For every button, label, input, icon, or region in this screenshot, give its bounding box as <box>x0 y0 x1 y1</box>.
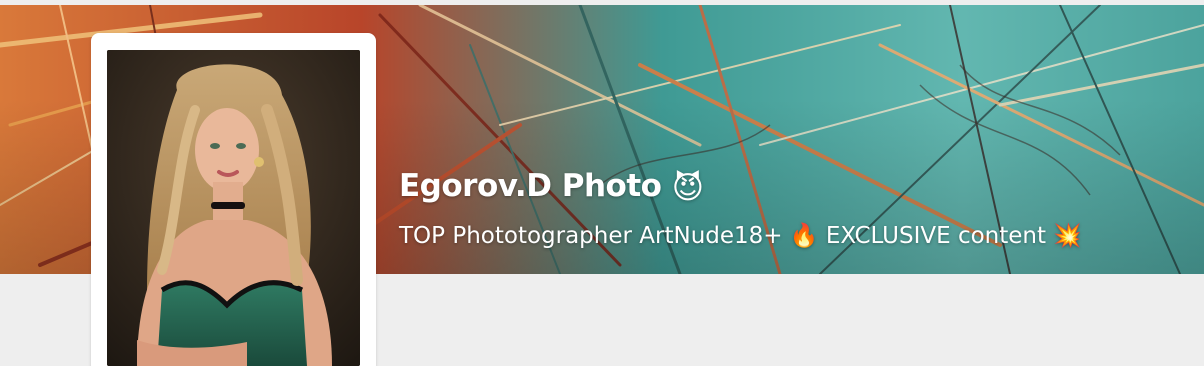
avatar-card[interactable] <box>91 33 376 366</box>
tagline-text-part2: EXCLUSIVE content <box>825 222 1047 249</box>
smiling-devil-icon: 😈 <box>671 169 704 206</box>
profile-header-text: Egorov.D Photo 😈 TOP Phototographer ArtN… <box>399 167 1082 251</box>
profile-photo-image <box>107 50 360 366</box>
fire-icon: 🔥 <box>789 223 819 249</box>
profile-photo[interactable] <box>107 50 360 366</box>
collision-icon: 💥 <box>1053 223 1082 249</box>
profile-page: Egorov.D Photo 😈 TOP Phototographer ArtN… <box>0 0 1204 366</box>
profile-name: Egorov.D Photo 😈 <box>399 167 1082 207</box>
profile-name-text: Egorov.D Photo <box>399 168 662 204</box>
profile-tagline: TOP Phototographer ArtNude18+ 🔥 EXCLUSIV… <box>399 221 1082 252</box>
tagline-text-part1: TOP Phototographer ArtNude18+ <box>399 222 783 249</box>
